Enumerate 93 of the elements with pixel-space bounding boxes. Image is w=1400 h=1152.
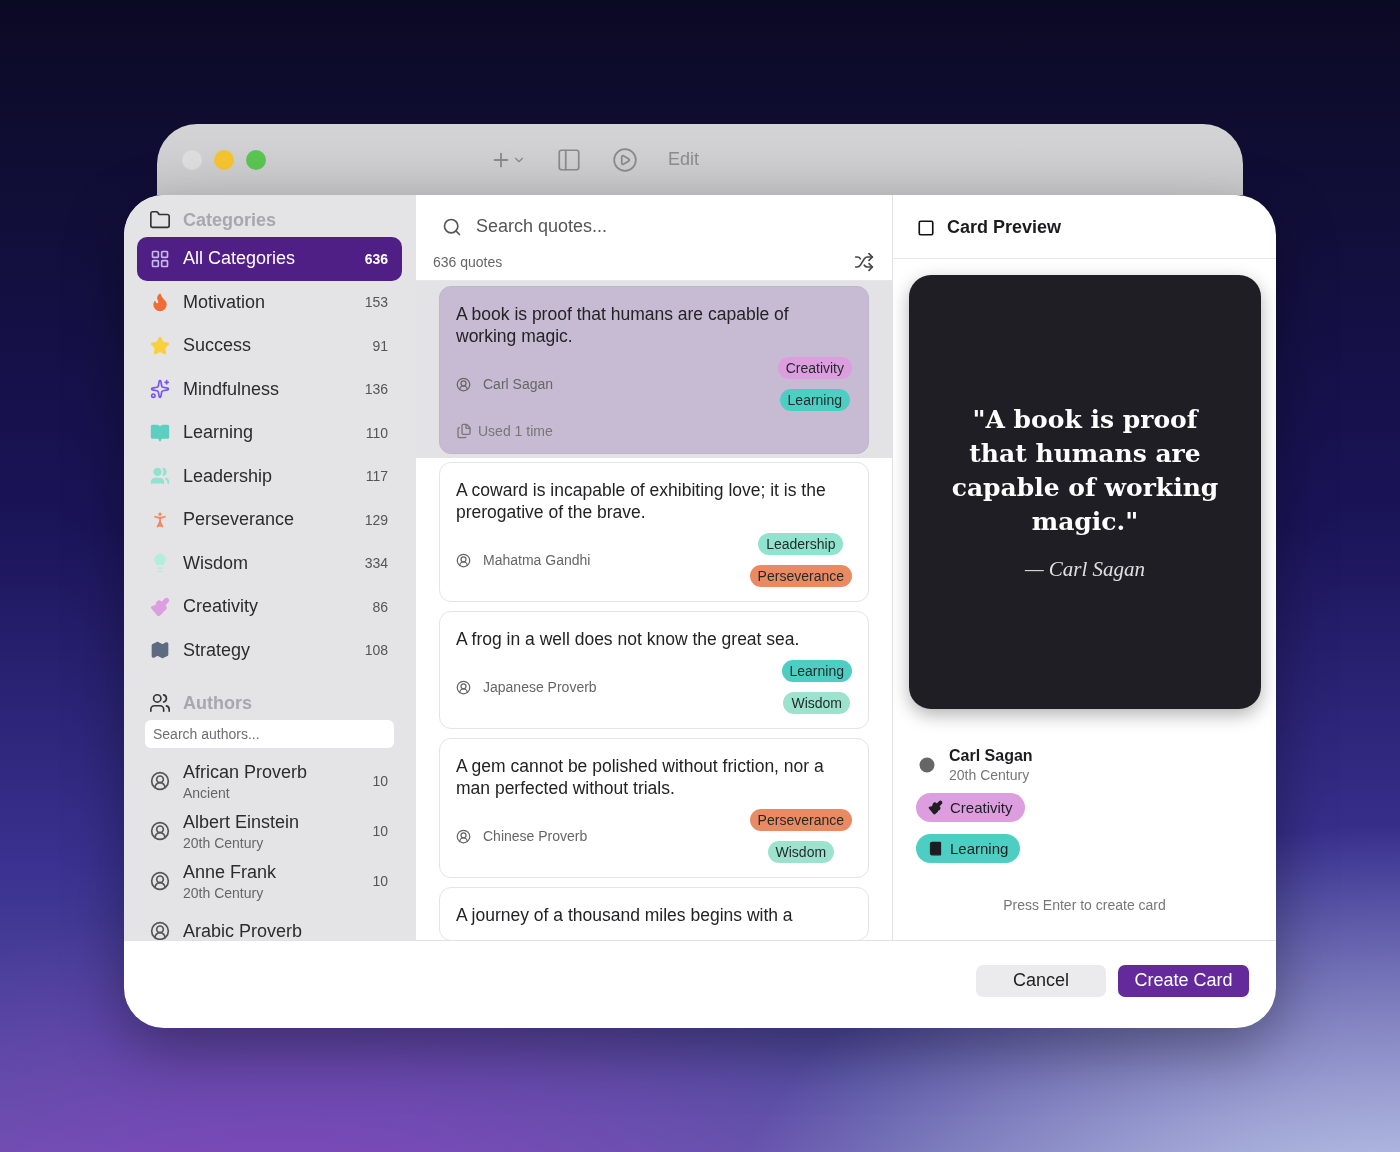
author-name: Albert Einstein xyxy=(183,811,301,833)
category-count: 86 xyxy=(372,598,388,615)
category-tag: Leadership xyxy=(758,533,844,555)
hint-text: Press Enter to create card xyxy=(1002,897,1167,913)
category-label: All Categories xyxy=(183,248,297,270)
quote-author: Japanese Proverb xyxy=(483,679,598,695)
author-count: 10 xyxy=(372,873,388,889)
category-item[interactable]: Motivation 153 xyxy=(137,280,402,324)
author-name: Carl Sagan xyxy=(949,747,1034,765)
quote-card[interactable]: A book is proof that humans are capable of working magic. Carl Sagan Creativity Learning Used 1 time xyxy=(439,286,869,454)
usage-text: Used 1 time xyxy=(478,423,553,439)
people-icon xyxy=(149,692,171,714)
author-item[interactable]: Anne Frank 20th Century 10 xyxy=(137,856,402,906)
quote-search-field[interactable]: Search quotes... xyxy=(474,215,868,238)
author-name: Anne Frank xyxy=(183,861,278,883)
quote-author: Carl Sagan xyxy=(483,376,555,392)
category-count: 129 xyxy=(364,511,388,528)
author-item[interactable]: Arabic Proverb xyxy=(137,906,402,940)
author-era: 20th Century xyxy=(183,884,265,901)
author-era: 20th Century xyxy=(183,834,265,851)
category-count: 117 xyxy=(365,468,388,485)
author-name: Arabic Proverb xyxy=(183,920,304,940)
quote-text: A coward is incapable of exhibiting love; it is the prerogative of the brave. xyxy=(456,479,827,523)
category-item[interactable]: Leadership 117 xyxy=(137,454,402,498)
quote-card[interactable]: A frog in a well does not know the great sea. Japanese Proverb Learning Wisdom xyxy=(439,611,869,729)
create-button[interactable]: Create Card xyxy=(1118,964,1249,997)
category-count: 636 xyxy=(364,250,388,267)
quote-text: A book is proof that humans are capable of working magic. xyxy=(456,303,790,347)
quote-card[interactable]: A coward is incapable of exhibiting love; it is the prerogative of the brave. Mahatma Gandhi Leadership Perseverance xyxy=(439,462,869,602)
window-control[interactable] xyxy=(246,149,266,170)
author-count: 10 xyxy=(372,773,388,789)
shuffle-icon[interactable] xyxy=(854,252,874,272)
folder-icon xyxy=(149,209,171,231)
category-count: 91 xyxy=(372,337,388,354)
category-tag: Learning xyxy=(781,660,852,682)
section-title: Categories xyxy=(183,209,277,231)
panel-title: Card Preview xyxy=(947,217,1062,238)
category-label: Mindfulness xyxy=(183,378,281,400)
category-tag: Learning xyxy=(779,389,851,411)
category-item[interactable]: All Categories 636 xyxy=(137,237,402,281)
category-tag: Wisdom xyxy=(767,841,835,863)
quote-text: A frog in a well does not know the great sea. xyxy=(456,628,801,650)
category-label: Wisdom xyxy=(183,552,249,574)
quote-author: Mahatma Gandhi xyxy=(483,552,592,568)
quote-card[interactable]: A gem cannot be polished without friction, nor a man perfected without trials. Chinese Proverb Perseverance Wisdom xyxy=(439,738,869,878)
copy-icon xyxy=(456,423,472,439)
section-title: Authors xyxy=(183,692,252,714)
category-label: Learning xyxy=(183,422,255,444)
quote-text: A journey of a thousand miles begins with a xyxy=(456,904,794,926)
category-item[interactable]: Success 91 xyxy=(137,324,402,368)
search-icon xyxy=(442,216,462,237)
author-era: Ancient xyxy=(183,784,231,801)
category-count: 136 xyxy=(364,381,388,398)
category-label: Leadership xyxy=(183,465,274,487)
category-item[interactable]: Mindfulness 136 xyxy=(137,367,402,411)
sidebar-toggle-icon[interactable] xyxy=(556,146,582,173)
category-tag: Perseverance xyxy=(749,809,852,831)
category-tag: Learning xyxy=(916,834,1021,863)
category-tag: Wisdom xyxy=(783,692,851,714)
category-tag: Perseverance xyxy=(749,565,852,587)
author-name: African Proverb xyxy=(183,761,309,783)
category-item[interactable]: Strategy 108 xyxy=(137,628,402,672)
category-tag: Creativity xyxy=(777,357,852,379)
category-count: 153 xyxy=(364,294,388,311)
quote-count: 636 quotes xyxy=(433,254,503,270)
cancel-button[interactable]: Cancel xyxy=(976,964,1106,997)
category-icon xyxy=(150,248,170,269)
square-icon xyxy=(917,218,935,237)
category-item[interactable]: Wisdom 334 xyxy=(137,541,402,585)
author-era: 20th Century xyxy=(949,767,1031,783)
category-tag: Creativity xyxy=(916,793,1025,822)
category-label: Creativity xyxy=(183,596,259,618)
category-count: 108 xyxy=(364,642,388,659)
category-label: Motivation xyxy=(183,291,267,313)
preview-attribution: — Carl Sagan xyxy=(1024,556,1146,582)
quote-text: A gem cannot be polished without friction, nor a man perfected without trials. xyxy=(456,755,825,799)
quote-author: Chinese Proverb xyxy=(483,828,589,844)
brush-icon xyxy=(928,800,943,815)
author-item[interactable]: Albert Einstein 20th Century 10 xyxy=(137,806,402,856)
preview-quote: "A book is proof that humans are capable of working magic." xyxy=(950,403,1220,538)
author-item[interactable]: African Proverb Ancient 10 xyxy=(137,756,402,806)
category-label: Success xyxy=(183,335,253,357)
category-item[interactable]: Learning 110 xyxy=(137,411,402,455)
author-search-field[interactable]: Search authors... xyxy=(145,720,394,748)
category-count: 110 xyxy=(365,424,388,441)
quote-card[interactable]: A journey of a thousand miles begins with a xyxy=(439,887,869,940)
category-label: Perseverance xyxy=(183,509,296,531)
author-count: 10 xyxy=(372,823,388,839)
category-item[interactable]: Creativity 86 xyxy=(137,585,402,629)
play-icon[interactable] xyxy=(612,146,638,173)
category-label: Strategy xyxy=(183,639,252,661)
category-count: 334 xyxy=(364,555,388,572)
category-item[interactable]: Perseverance 129 xyxy=(137,498,402,542)
